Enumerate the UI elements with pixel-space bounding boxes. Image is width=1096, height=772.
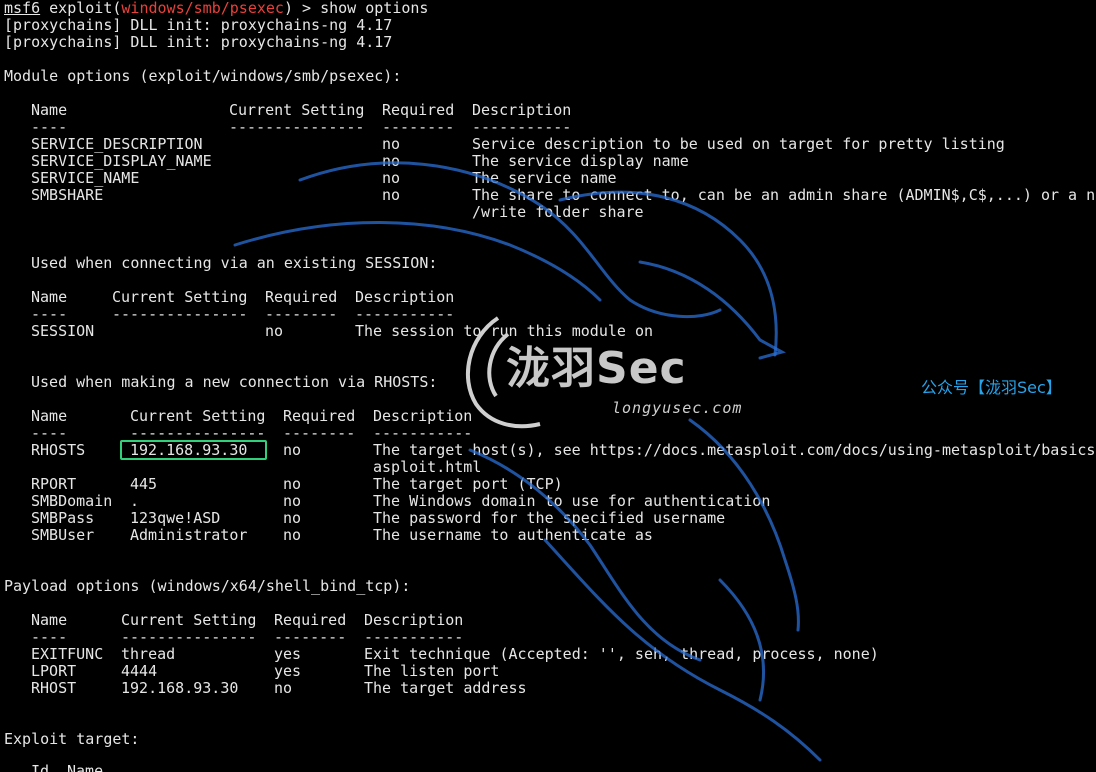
module-path: windows/smb/psexec <box>121 0 284 17</box>
terminal-output: msf6 exploit(windows/smb/psexec) > show … <box>0 0 1096 772</box>
table-header-underline: ---- --------------- -------- ----------… <box>31 305 455 323</box>
rhosts-highlight-box <box>120 440 267 460</box>
proxychains-line: [proxychains] DLL init: proxychains-ng 4… <box>4 16 393 34</box>
table-header-row: Id Name <box>31 762 104 772</box>
table-row: SESSION no The session to run this modul… <box>31 322 654 340</box>
table-row: RPORT 445 no The target port (TCP) <box>31 475 563 493</box>
proxychains-line: [proxychains] DLL init: proxychains-ng 4… <box>4 33 393 51</box>
table-header-underline: ---- --------------- -------- ----------… <box>31 424 473 442</box>
msf-prompt: msf6 <box>4 0 41 17</box>
table-row: SMBUser Administrator no The username to… <box>31 526 653 544</box>
payload-options-heading: Payload options (windows/x64/shell_bind_… <box>4 577 411 595</box>
table-row: SMBSHARE no The share to connect to, can… <box>31 186 1096 204</box>
table-row: RHOSTS 192.168.93.30 no The target host(… <box>31 441 1096 459</box>
exploit-target-heading: Exploit target: <box>4 730 140 748</box>
table-row: SMBPass 123qwe!ASD no The password for t… <box>31 509 726 527</box>
table-row-wrap: asploit.html <box>373 458 482 476</box>
table-row: RHOST 192.168.93.30 no The target addres… <box>31 679 527 697</box>
command-prompt-line: msf6 exploit(windows/smb/psexec) > show … <box>4 0 429 17</box>
table-header-underline: ---- --------------- -------- ----------… <box>31 628 464 646</box>
table-row-wrap: /write folder share <box>472 203 644 221</box>
table-header-row: Name Current Setting Required Descriptio… <box>31 407 473 425</box>
table-header-row: Name Current Setting Required Descriptio… <box>31 611 464 629</box>
table-header-row: Name Current Setting Required Descriptio… <box>31 101 572 119</box>
module-options-heading: Module options (exploit/windows/smb/psex… <box>4 67 402 85</box>
table-header-underline: ---- --------------- -------- ----------… <box>31 118 572 136</box>
table-row: SERVICE_DESCRIPTION no Service descripti… <box>31 135 1005 153</box>
table-row: EXITFUNC thread yes Exit technique (Acce… <box>31 645 879 663</box>
table-row: SERVICE_DISPLAY_NAME no The service disp… <box>31 152 689 170</box>
table-row: SERVICE_NAME no The service name <box>31 169 617 187</box>
table-row: SMBDomain . no The Windows domain to use… <box>31 492 771 510</box>
table-row: LPORT 4444 yes The listen port <box>31 662 500 680</box>
table-header-row: Name Current Setting Required Descriptio… <box>31 288 455 306</box>
